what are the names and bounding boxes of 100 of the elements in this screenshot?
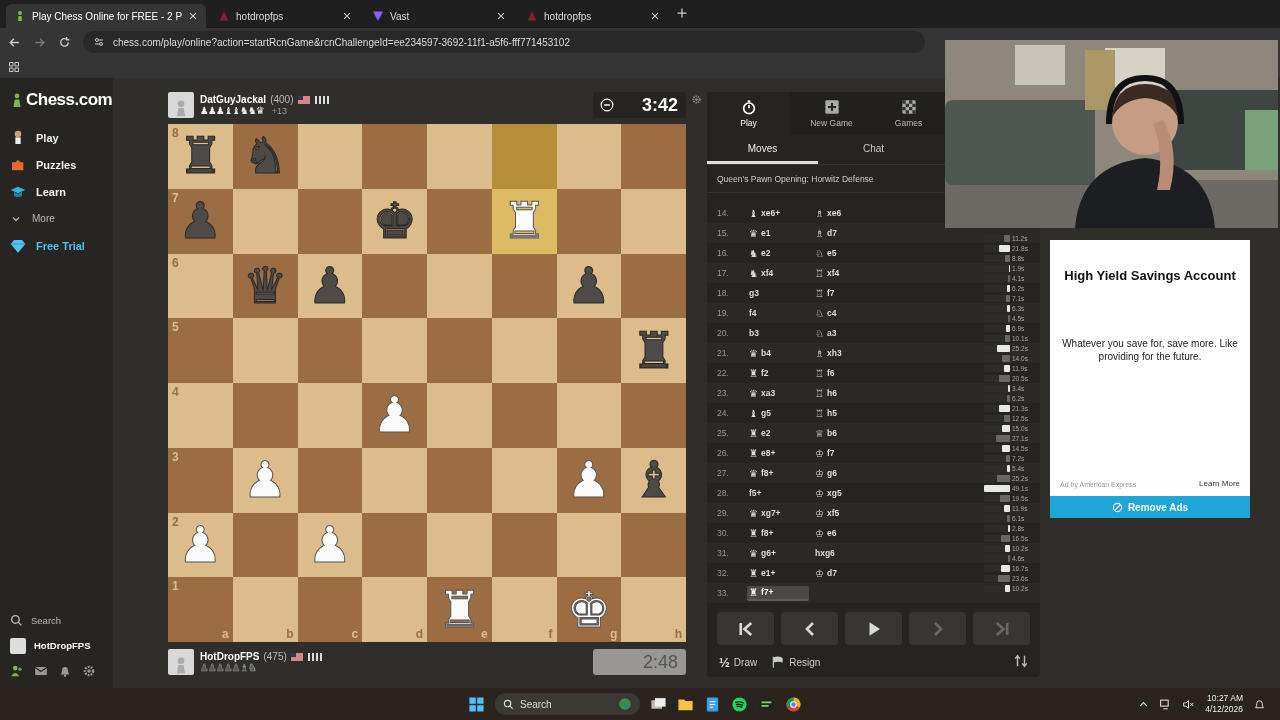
board-square[interactable] bbox=[297, 188, 363, 254]
chess-piece[interactable]: ♟ bbox=[372, 390, 418, 441]
move[interactable]: ♜ f8+ bbox=[747, 526, 809, 540]
play-move-button[interactable] bbox=[845, 612, 902, 646]
move[interactable]: ♖ f7 bbox=[813, 286, 875, 300]
learn-more-link[interactable]: Learn More bbox=[1199, 479, 1240, 488]
first-move-button[interactable] bbox=[717, 612, 774, 646]
board-square[interactable]: ♟ bbox=[556, 253, 622, 319]
board-square[interactable] bbox=[556, 512, 622, 578]
move[interactable]: ♜ e8+ bbox=[747, 446, 809, 460]
board-square[interactable] bbox=[556, 124, 622, 189]
nav-item[interactable]: Learn bbox=[10, 178, 113, 205]
move[interactable]: b3 bbox=[747, 327, 809, 340]
chess-piece[interactable]: ♟ bbox=[566, 260, 612, 311]
move[interactable]: ♖ h6 bbox=[813, 386, 875, 400]
move[interactable]: ♖ f6 bbox=[813, 366, 875, 380]
move[interactable]: ♖ h5 bbox=[813, 406, 875, 420]
site-logo[interactable]: Chess.com bbox=[26, 90, 113, 110]
board-square[interactable] bbox=[491, 447, 557, 513]
move[interactable]: f5+ bbox=[747, 487, 809, 500]
chess-piece[interactable]: ♜ bbox=[177, 131, 223, 182]
chess-piece[interactable]: ♚ bbox=[566, 584, 612, 635]
prev-move-button[interactable] bbox=[781, 612, 838, 646]
nav-item[interactable]: Puzzles bbox=[10, 151, 113, 178]
move[interactable]: ♖ xf4 bbox=[813, 266, 875, 280]
board-square[interactable] bbox=[621, 253, 686, 319]
tab[interactable]: Moves bbox=[707, 134, 818, 165]
move[interactable]: ♔ e6 bbox=[813, 526, 875, 540]
move[interactable]: ♗ xh3 bbox=[813, 346, 875, 360]
move[interactable]: ♘ a3 bbox=[813, 326, 875, 340]
move[interactable]: ♕ b6 bbox=[813, 426, 875, 440]
system-clock[interactable]: 10:27 AM 4/12/2026 bbox=[1205, 693, 1243, 715]
move[interactable]: f4 bbox=[747, 307, 809, 320]
chess-piece[interactable]: ♟ bbox=[566, 455, 612, 506]
board-square[interactable]: ♟ bbox=[362, 383, 427, 448]
nav-item[interactable]: More bbox=[10, 205, 113, 232]
browser-tab[interactable]: hotdropfps bbox=[210, 4, 361, 28]
move[interactable]: ♗ d7 bbox=[813, 226, 875, 240]
move[interactable]: ♝ xe6+ bbox=[747, 206, 809, 220]
board-square[interactable] bbox=[427, 512, 492, 578]
avatar[interactable] bbox=[168, 649, 194, 675]
board-square[interactable] bbox=[232, 188, 298, 254]
move[interactable]: ♛ b4 bbox=[747, 346, 809, 360]
board-square[interactable] bbox=[232, 512, 298, 578]
board-square[interactable]: ♟ bbox=[556, 447, 622, 513]
move[interactable]: ♛ g6+ bbox=[747, 546, 809, 560]
move[interactable]: ♔ xf5 bbox=[813, 506, 875, 520]
draw-button[interactable]: ½ Draw bbox=[719, 654, 758, 670]
board-square[interactable] bbox=[556, 318, 622, 383]
move[interactable]: ♔ d7 bbox=[813, 566, 875, 580]
board-square[interactable] bbox=[621, 512, 686, 578]
board-square[interactable]: ♝ bbox=[621, 447, 686, 513]
avatar[interactable] bbox=[168, 92, 194, 118]
board-square[interactable] bbox=[297, 447, 363, 513]
move[interactable]: ♞ xf4 bbox=[747, 266, 809, 280]
move[interactable]: ♗ xe6 bbox=[813, 206, 875, 220]
move[interactable]: ♞ e2 bbox=[747, 246, 809, 260]
board-square[interactable] bbox=[491, 512, 557, 578]
board-square[interactable] bbox=[297, 318, 363, 383]
chess-piece[interactable]: ♚ bbox=[372, 196, 418, 247]
move[interactable]: ♛ e1 bbox=[747, 226, 809, 240]
move[interactable]: hxg6 bbox=[813, 547, 875, 560]
address-bar[interactable]: chess.com/play/online?action=startRcnGame&rcnChallengeId=ee234597-3692-11f1-a5f6-fff771453102 bbox=[83, 31, 925, 53]
move[interactable]: ♜ e1+ bbox=[747, 566, 809, 580]
move[interactable]: ♔ g6 bbox=[813, 466, 875, 480]
opening-name[interactable]: Queen's Pawn Opening: Horwitz Defense bbox=[717, 173, 874, 184]
move[interactable]: ♘ e5 bbox=[813, 246, 875, 260]
move[interactable]: ♔ f7 bbox=[813, 446, 875, 460]
board-square[interactable] bbox=[427, 253, 492, 319]
move[interactable]: ♛ xa3 bbox=[747, 386, 809, 400]
taskbar-search[interactable]: Search bbox=[495, 693, 640, 715]
board-square[interactable]: ♚ bbox=[362, 188, 427, 254]
board-square[interactable] bbox=[297, 124, 363, 189]
resign-button[interactable]: Resign bbox=[771, 655, 821, 670]
search-link[interactable]: Search bbox=[10, 608, 113, 633]
move[interactable]: ♘ c4 bbox=[813, 306, 875, 320]
browser-tab[interactable]: Vast bbox=[364, 4, 515, 28]
move[interactable]: ♜ f7+ bbox=[747, 585, 809, 601]
move[interactable]: ♝ g5 bbox=[747, 406, 809, 420]
move[interactable]: ♛ xg7+ bbox=[747, 506, 809, 520]
chess-piece[interactable]: ♜ bbox=[436, 584, 482, 635]
board-square[interactable]: ♟ bbox=[297, 253, 363, 319]
player-name[interactable]: HotDropFPS bbox=[200, 651, 260, 662]
board-square[interactable] bbox=[297, 383, 363, 448]
board-square[interactable] bbox=[556, 188, 622, 254]
move[interactable]: ♛ f8+ bbox=[747, 466, 809, 480]
tab[interactable]: Chat bbox=[818, 134, 929, 165]
chess-piece[interactable]: ♟ bbox=[307, 260, 353, 311]
move[interactable]: ♜ f2 bbox=[747, 366, 809, 380]
board-square[interactable]: ♜ bbox=[621, 318, 686, 383]
nav-item[interactable]: Play bbox=[10, 124, 113, 151]
board-square[interactable] bbox=[362, 253, 427, 319]
browser-tab[interactable]: Play Chess Online for FREE - 2 P bbox=[6, 4, 207, 28]
player-name[interactable]: DatGuyJackal bbox=[200, 94, 267, 105]
panel-tab[interactable]: Games bbox=[873, 92, 944, 135]
chess-piece[interactable]: ♜ bbox=[631, 325, 677, 376]
board-square[interactable] bbox=[491, 253, 557, 319]
board-square[interactable] bbox=[362, 512, 427, 578]
nav-item[interactable]: Free Trial bbox=[10, 232, 113, 259]
panel-tab[interactable]: New Game bbox=[790, 92, 873, 135]
